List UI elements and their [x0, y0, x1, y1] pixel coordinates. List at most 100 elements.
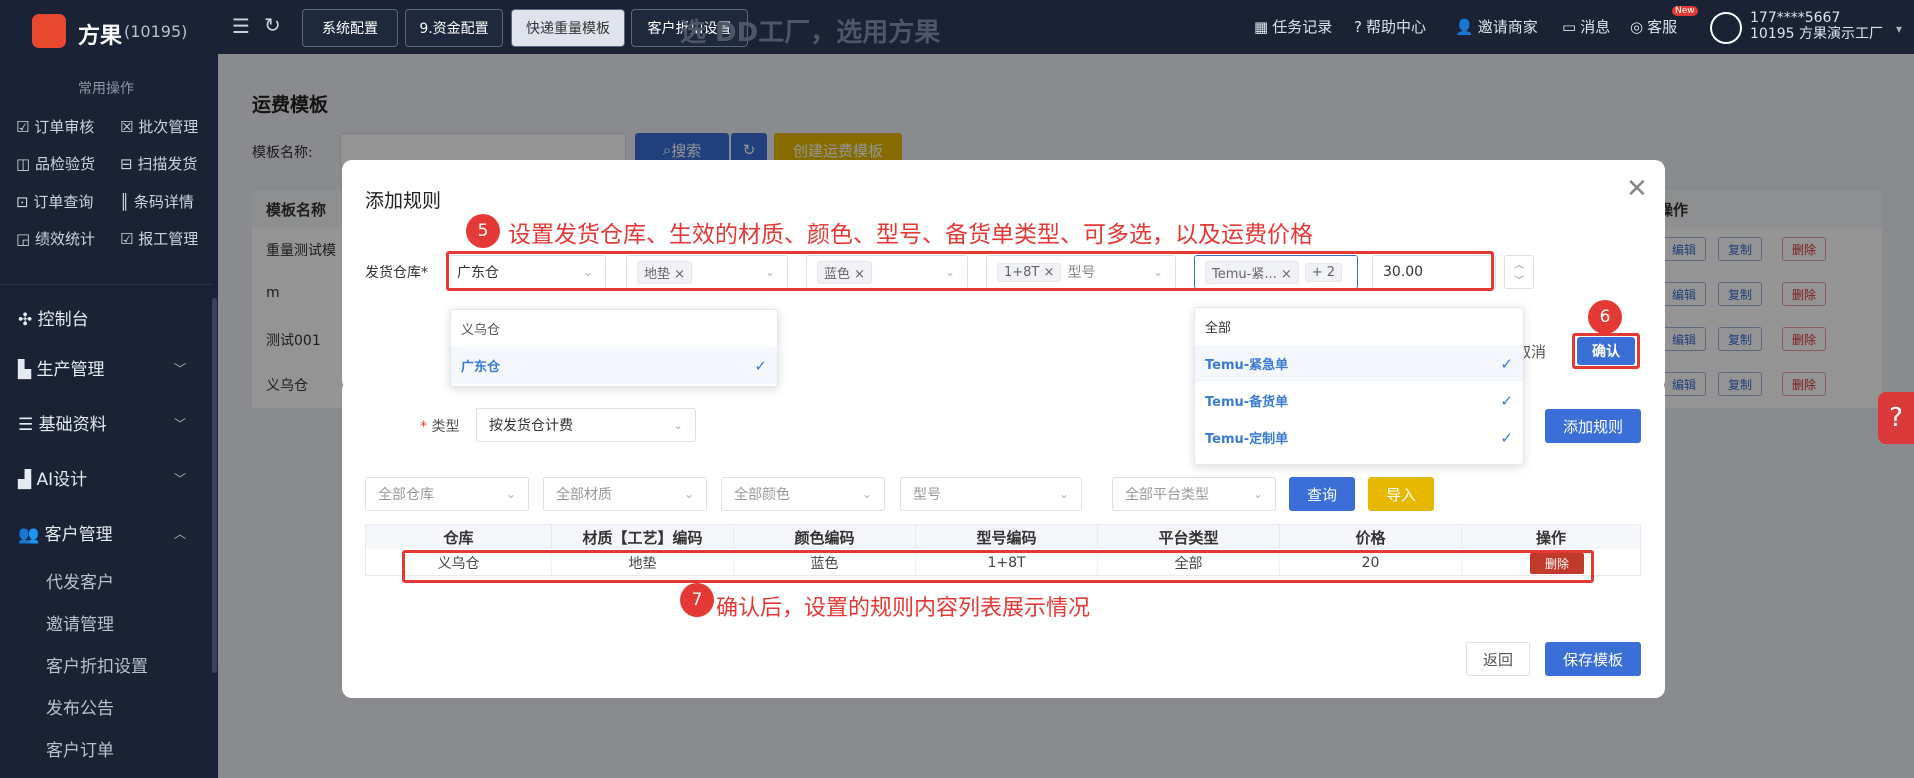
menu-toggle-icon[interactable]: ☰: [232, 14, 250, 38]
order-option-all[interactable]: 全部: [1195, 308, 1523, 345]
filter-platform[interactable]: 全部平台类型 ⌄: [1112, 477, 1276, 511]
import-button[interactable]: 导入: [1368, 477, 1434, 511]
factory-icon: ▙: [18, 360, 32, 380]
quick-performance[interactable]: ◲ 绩效统计: [16, 228, 95, 249]
top-bar: [0, 0, 1914, 54]
tab-express-weight-template[interactable]: 快递重量模板: [511, 9, 625, 47]
filter-platform-label: 全部平台类型: [1125, 487, 1209, 503]
stepper-down-icon[interactable]: ﹀: [1505, 272, 1533, 288]
col-price: 价格: [1280, 525, 1462, 549]
query-button[interactable]: 查询: [1289, 477, 1355, 511]
back-button[interactable]: 返回: [1466, 642, 1530, 676]
order-option-urgent[interactable]: Temu-紧急单 ✓: [1195, 345, 1523, 382]
quick-barcode-detail-label: 条码详情: [133, 193, 194, 211]
filter-model-label: 型号: [913, 487, 941, 503]
menu-console[interactable]: ✣ 控制台: [18, 305, 89, 330]
database-icon: ☰: [18, 415, 34, 435]
type-select[interactable]: 按发货仓计费 ⌄: [476, 408, 696, 442]
chevron-down-icon: ⌄: [1058, 487, 1069, 501]
warehouse-option-guangdong[interactable]: 广东仓 ✓: [451, 347, 777, 384]
warehouse-label: 发货仓库*: [365, 265, 428, 281]
quick-order-review-label: 订单审核: [34, 118, 95, 136]
filter-warehouse[interactable]: 全部仓库 ⌄: [365, 477, 529, 511]
warehouse-option-label: 广东仓: [461, 360, 501, 375]
message-icon: ▭: [1562, 17, 1577, 36]
sidebar-divider: [0, 284, 212, 285]
annotation-badge-6: 6: [1588, 300, 1622, 334]
filter-model[interactable]: 型号 ⌄: [900, 477, 1082, 511]
sidebar-item-invite-manage[interactable]: 邀请管理: [46, 610, 114, 635]
help-float-icon[interactable]: ?: [1878, 392, 1914, 444]
user-dropdown-icon[interactable]: ▾: [1896, 22, 1902, 36]
logo-id: (10195): [124, 22, 188, 41]
quick-order-query-label: 订单查询: [33, 193, 94, 211]
quick-work-report-label: 报工管理: [138, 230, 199, 248]
type-label: * 类型: [420, 419, 460, 435]
help-icon: ?: [1354, 17, 1362, 36]
tab-system-config[interactable]: 系统配置: [302, 9, 398, 47]
chevron-down-icon: ﹀: [174, 472, 187, 486]
annotation-box-5: [446, 251, 1494, 291]
quick-order-query[interactable]: ⊡ 订单查询: [16, 191, 93, 212]
add-rule-button[interactable]: 添加规则: [1545, 409, 1641, 443]
quick-batch-manage-label: 批次管理: [138, 118, 199, 136]
help-center-label: 帮助中心: [1365, 18, 1426, 36]
service-link[interactable]: ◎ 客服: [1630, 16, 1677, 37]
annotation-badge-5: 5: [466, 214, 500, 248]
banner-text: 选 DD工厂，选用方果: [680, 18, 941, 48]
order-option-label: Temu-紧急单: [1205, 358, 1289, 373]
menu-production[interactable]: ▙ 生产管理: [18, 355, 104, 380]
quick-work-report[interactable]: ☑ 报工管理: [120, 228, 198, 249]
warehouse-option-yiwu[interactable]: 义乌仓: [451, 310, 777, 347]
quick-quality-check-label: 品检验货: [34, 155, 95, 173]
chevron-down-icon: ⌄: [672, 418, 683, 432]
chevron-down-icon: ﹀: [174, 417, 187, 431]
task-record-link[interactable]: ▦ 任务记录: [1254, 16, 1332, 37]
confirm-button[interactable]: 确认: [1577, 337, 1635, 365]
quick-scan-ship[interactable]: ⊟ 扫描发货: [120, 153, 197, 174]
col-ops: 操作: [1462, 525, 1640, 549]
sidebar-scrollbar[interactable]: [212, 298, 217, 673]
quick-order-review[interactable]: ☑ 订单审核: [16, 116, 94, 137]
sidebar-item-dropship-customer[interactable]: 代发客户: [46, 568, 114, 593]
help-center-link[interactable]: ? 帮助中心: [1354, 16, 1426, 37]
invite-merchant-link[interactable]: 👤 邀请商家: [1455, 16, 1538, 37]
order-option-custom[interactable]: Temu-定制单 ✓: [1195, 419, 1523, 456]
quick-barcode-detail[interactable]: ║ 条码详情: [120, 191, 194, 212]
type-select-value: 按发货仓计费: [489, 418, 573, 434]
menu-basic-data[interactable]: ☰ 基础资料: [18, 410, 107, 435]
sidebar-item-customer-discount[interactable]: 客户折扣设置: [46, 652, 148, 677]
annotation-badge-7: 7: [680, 583, 714, 617]
save-template-button[interactable]: 保存模板: [1545, 642, 1641, 676]
chevron-down-icon: ⌄: [683, 487, 694, 501]
user-info[interactable]: 177****5667 10195 方果演示工厂: [1750, 10, 1883, 42]
check-icon: ✓: [1500, 391, 1513, 410]
menu-customer-manage[interactable]: 👥 客户管理: [18, 520, 113, 545]
chevron-down-icon: ⌄: [505, 487, 516, 501]
refresh-icon[interactable]: ↻: [264, 13, 281, 37]
sidebar-item-announcement[interactable]: 发布公告: [46, 694, 114, 719]
order-type-dropdown: 全部 Temu-紧急单 ✓ Temu-备货单 ✓ Temu-定制单 ✓: [1194, 307, 1524, 465]
order-option-stock[interactable]: Temu-备货单 ✓: [1195, 382, 1523, 419]
stepper-up-icon[interactable]: ︿: [1505, 256, 1533, 272]
sidebar-item-customer-orders[interactable]: 客户订单: [46, 736, 114, 761]
avatar[interactable]: [1710, 12, 1742, 44]
filter-color[interactable]: 全部颜色 ⌄: [721, 477, 885, 511]
menu-ai-design[interactable]: ▟ AI设计: [18, 465, 87, 490]
filter-color-label: 全部颜色: [734, 487, 790, 503]
close-icon[interactable]: ✕: [1626, 174, 1648, 204]
service-label: 客服: [1647, 18, 1678, 36]
price-stepper[interactable]: ︿ ﹀: [1504, 255, 1534, 289]
filter-material[interactable]: 全部材质 ⌄: [543, 477, 707, 511]
filter-material-label: 全部材质: [556, 487, 612, 503]
sidebar-section-title: 常用操作: [78, 81, 134, 97]
menu-production-label: 生产管理: [36, 360, 105, 380]
quick-quality-check[interactable]: ◫ 品检验货: [16, 153, 95, 174]
quick-scan-ship-label: 扫描发货: [137, 155, 198, 173]
menu-ai-design-label: AI设计: [36, 470, 88, 490]
messages-label: 消息: [1580, 18, 1611, 36]
messages-link[interactable]: ▭ 消息: [1562, 16, 1610, 37]
quick-batch-manage[interactable]: ☒ 批次管理: [120, 116, 198, 137]
tab-fund-config[interactable]: 9.资金配置: [405, 9, 503, 47]
col-model: 型号编码: [916, 525, 1098, 549]
